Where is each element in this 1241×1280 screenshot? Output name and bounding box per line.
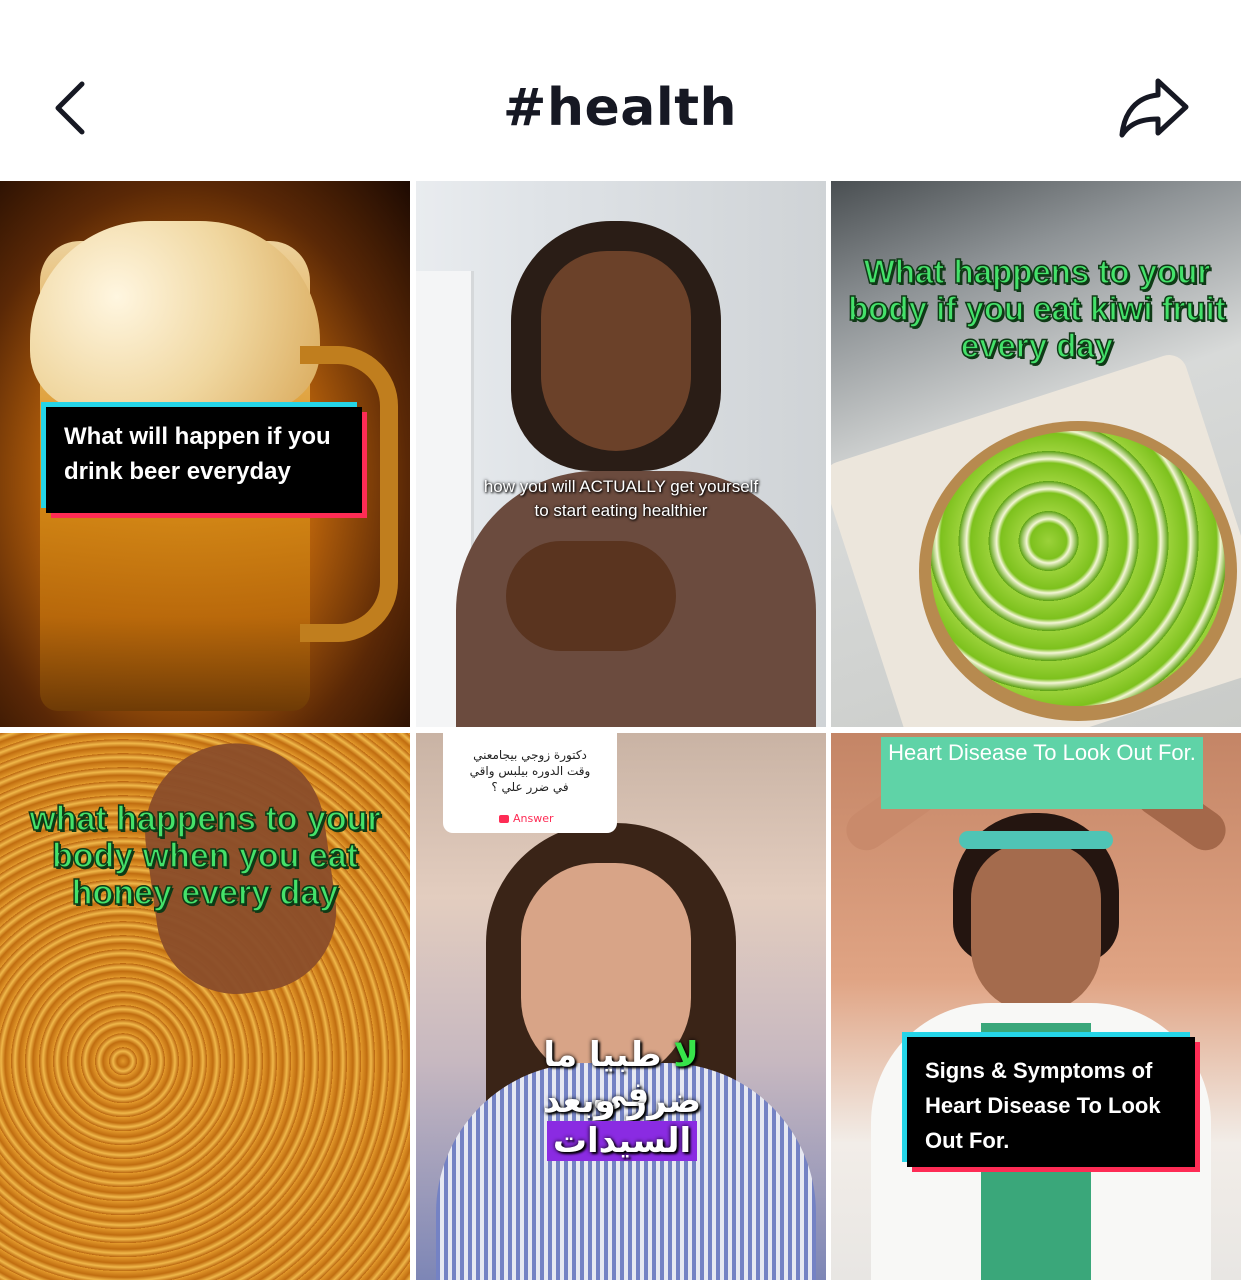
kiwi-slices-image [931,431,1225,706]
video-thumbnail-heart-disease[interactable]: Heart Disease To Look Out For. Signs & S… [831,733,1241,1280]
page-title: #health [502,78,738,138]
chevron-left-icon [55,81,85,135]
doctor-face [971,843,1101,1013]
reply-comment-card: دكتورة زوجي بيجامعني وقت الدوره بيلبس وا… [443,733,617,833]
beer-foam-image [30,221,320,411]
comment-text-line: في ضرر علي ؟ [491,780,569,794]
video-thumbnail-kiwi[interactable]: What happens to your body if you eat kiw… [831,181,1241,727]
back-button[interactable] [40,72,100,144]
video-caption: how you will ACTUALLY get yourself to st… [483,477,759,520]
share-button[interactable] [1108,68,1198,148]
video-caption: Signs & Symptoms of Heart Disease To Loo… [907,1037,1195,1167]
answer-label: Answer [499,811,554,827]
video-caption: what happens to your body when you eat h… [29,800,382,913]
banner-text: Heart Disease To Look Out For. [881,737,1203,809]
video-camera-icon [499,815,509,823]
comment-text-line: وقت الدوره بيلبس واقي [469,764,591,778]
share-arrow-icon [1119,78,1189,138]
video-caption: What happens to your body if you eat kiw… [847,252,1226,365]
video-thumbnail-beer[interactable]: What will happen if you drink beer every… [0,181,410,727]
person-hand [506,541,676,651]
comment-text-line: دكتورة زوجي بيجامعني [473,748,587,762]
caption-green-word: لا [673,1035,699,1075]
video-caption: What will happen if you drink beer every… [46,407,362,513]
video-thumbnail-eating-healthier[interactable]: how you will ACTUALLY get yourself to st… [416,181,826,727]
video-caption-line-2: ضرر وبعد السيدات [472,1081,772,1161]
person-face [541,251,691,451]
caption-highlight-word: السيدات [546,1121,698,1161]
video-thumbnail-arabic-doctor[interactable]: دكتورة زوجي بيجامعني وقت الدوره بيلبس وا… [416,733,826,1280]
caption-text: ضرر وبعد [542,1081,702,1121]
video-grid: What will happen if you drink beer every… [0,181,1241,1280]
top-bar: #health [0,0,1241,181]
video-thumbnail-honey[interactable]: what happens to your body when you eat h… [0,733,410,1280]
doctor-headband [959,831,1113,849]
answer-text: Answer [513,812,554,825]
